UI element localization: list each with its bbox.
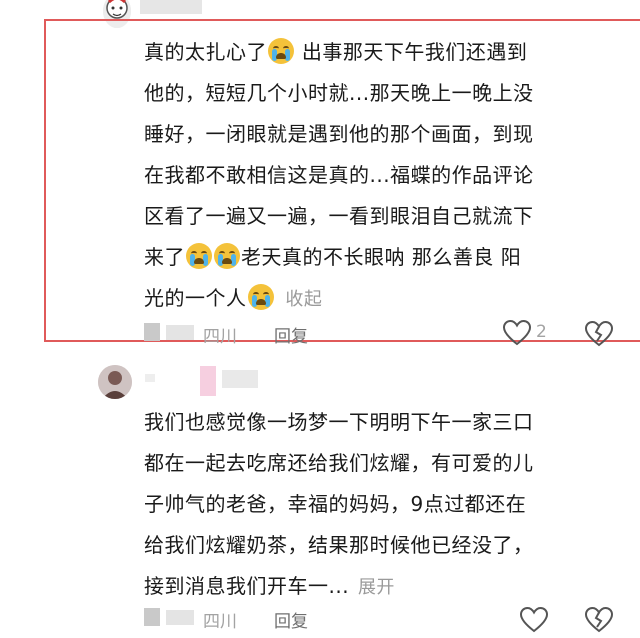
comment-1-line-1-start: 真的太扎心了 [144,40,267,64]
comment-2-line-3: 子帅气的老爸，幸福的妈妈，9点过都还在 [144,492,527,516]
broken-heart-icon [584,320,614,347]
comment-1-line-6: 来了 老天真的不长眼呐 那么善良 阳 [144,239,521,276]
comment-1-line-6-start: 来了 [144,245,185,269]
timestamp-blurred-2 [144,608,160,626]
comment-1-line-4: 在我都不敢相信这是真的...福蝶的作品评论 [144,163,534,187]
crying-emoji-icon [247,284,274,310]
comment-2-line-4: 给我们炫耀奶茶，结果那时候他已经没了， [144,533,534,557]
comment-2-body: 我们也感觉像一场梦一下明明下午一家三口 都在一起去吃席还给我们炫耀，有可爱的儿 … [144,404,634,604]
comment-1-location: 四川 [203,327,237,347]
crying-emoji-icon [214,243,240,269]
comment-1-line-2: 他的，短短几个小时就...那天晚上一晚上没 [144,81,534,105]
username-blurred-2c [222,370,258,388]
comment-1-reply-button[interactable]: 回复 [274,322,308,347]
comment-1-line-6-end: 老天真的不长眼呐 那么善良 阳 [241,245,522,269]
comment-2-line-5-text: 接到消息我们开车一... [144,574,350,598]
comment-1-line-1: 真的太扎心了 出事那天下午我们还遇到 [144,34,527,71]
comment-1-like-count: 2 [536,322,547,342]
comment-2-dislike-button[interactable] [584,606,614,634]
username-blurred-2b [200,366,216,396]
timestamp-blurred-1b [166,325,194,340]
username-blurred-2 [145,374,155,382]
comment-2-reply-button[interactable]: 回复 [274,607,308,632]
username-blurred-1 [140,0,202,14]
comment-2-line-1: 我们也感觉像一场梦一下明明下午一家三口 [144,410,534,434]
comment-1-line-1-end: 出事那天下午我们还遇到 [295,40,528,64]
comment-1-line-5: 区看了一遍又一遍，一看到眼泪自己就流下 [144,204,534,228]
comment-1-line-3: 睡好，一闭眼就是遇到他的那个画面，到现 [144,122,534,146]
collapse-link[interactable]: 收起 [285,289,322,310]
commenter-avatar-2[interactable] [98,365,132,399]
comment-2-line-5: 接到消息我们开车一... 展开 [144,568,395,606]
expand-link[interactable]: 展开 [358,577,395,598]
crying-emoji-icon [186,243,212,269]
heart-outline-icon [502,319,532,346]
broken-heart-icon [584,606,614,633]
comment-1-line-7-start: 光的一个人 [144,286,247,310]
comment-2-location: 四川 [203,612,237,632]
comment-1-like-button[interactable]: 2 [502,319,562,349]
crying-emoji-icon [268,38,294,64]
comment-1-dislike-button[interactable] [584,320,614,348]
comment-2-like-button[interactable] [519,606,549,634]
comment-1-body: 真的太扎心了 出事那天下午我们还遇到 他的，短短几个小时就...那天晚上一晚上没… [144,34,640,310]
comment-2-line-2: 都在一起去吃席还给我们炫耀，有可爱的儿 [144,451,534,475]
heart-outline-icon [519,606,549,633]
timestamp-blurred-2b [166,610,194,625]
avatar-photo-icon [98,365,132,399]
timestamp-blurred-1 [144,323,160,341]
comment-1-line-7: 光的一个人 收起 [144,280,322,318]
